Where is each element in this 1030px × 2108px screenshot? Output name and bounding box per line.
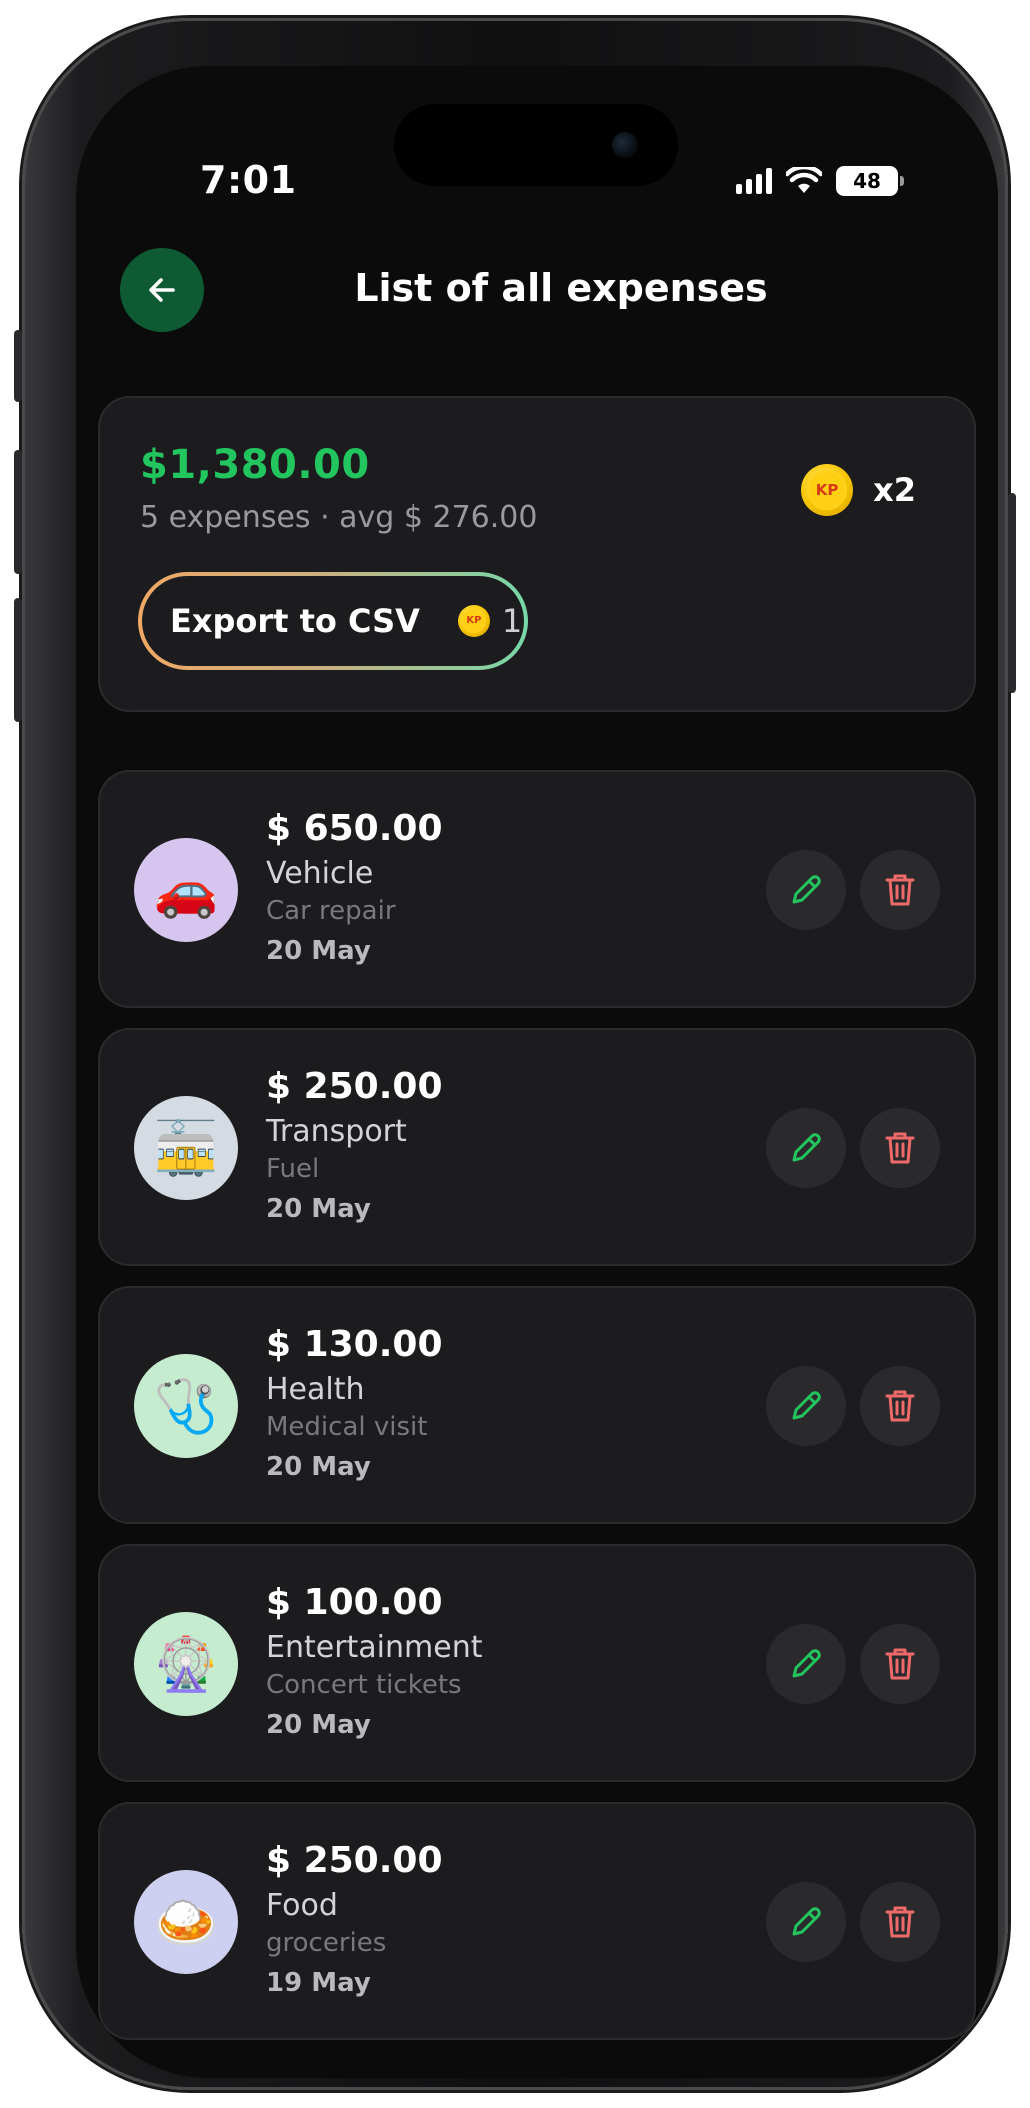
pencil-icon [792, 1907, 821, 1936]
export-cost: 1 [501, 602, 523, 640]
pencil-icon [792, 1133, 821, 1162]
app-header: List of all expenses [76, 248, 998, 332]
car-repair-icon: 🚗 [134, 838, 238, 942]
export-label: Export to CSV [170, 602, 420, 640]
summary-card: $1,380.00 5 expenses · avg $ 276.00 KP x… [98, 396, 976, 712]
pencil-icon [792, 875, 821, 904]
back-button[interactable] [120, 248, 204, 332]
expense-card[interactable]: 🩺 $ 130.00 Health Medical visit 20 May [98, 1286, 976, 1524]
delete-button[interactable] [860, 1624, 940, 1704]
expense-date: 20 May [266, 1710, 371, 1740]
battery-level: 48 [853, 169, 881, 193]
pencil-icon [792, 1649, 821, 1678]
expense-card[interactable]: 🚗 $ 650.00 Vehicle Car repair 20 May [98, 770, 976, 1008]
expense-category: Entertainment [266, 1630, 483, 1665]
expense-date: 20 May [266, 1452, 371, 1482]
screen: 7:01 48 List of all expenses $1,380.00 5… [76, 66, 998, 2078]
phone-frame: 7:01 48 List of all expenses $1,380.00 5… [14, 18, 1016, 2090]
trash-icon [885, 1390, 915, 1422]
coin-icon: KP [457, 605, 490, 637]
dynamic-island [394, 104, 678, 186]
delete-button[interactable] [860, 850, 940, 930]
status-icons: 48 [736, 166, 904, 196]
amusement-park-icon: 🎡 [134, 1612, 238, 1716]
expense-date: 19 May [266, 1968, 371, 1998]
expense-details: $ 130.00 Health Medical visit 20 May [266, 1324, 443, 1482]
edit-button[interactable] [766, 1624, 846, 1704]
trash-icon [885, 1132, 915, 1164]
edit-button[interactable] [766, 1108, 846, 1188]
pencil-icon [792, 1391, 821, 1420]
expense-card[interactable]: 🍛 $ 250.00 Food groceries 19 May [98, 1802, 976, 2040]
expense-date: 20 May [266, 1194, 371, 1224]
expense-note: Concert tickets [266, 1670, 462, 1700]
page-title: List of all expenses [354, 266, 768, 310]
expense-category: Vehicle [266, 856, 374, 891]
trash-icon [885, 1648, 915, 1680]
total-amount: $1,380.00 [140, 442, 370, 488]
expense-amount: $ 250.00 [266, 1840, 443, 1881]
power-button [1008, 493, 1016, 693]
arrow-left-icon [149, 278, 175, 302]
expense-category: Transport [266, 1114, 407, 1149]
expense-category: Health [266, 1372, 365, 1407]
coin-multiplier: KP x2 [801, 464, 916, 516]
trash-icon [885, 874, 915, 906]
cellular-signal-icon [736, 168, 772, 194]
multiplier-value: x2 [873, 471, 916, 509]
delete-button[interactable] [860, 1882, 940, 1962]
coin-icon: KP [801, 464, 854, 516]
expense-card[interactable]: 🎡 $ 100.00 Entertainment Concert tickets… [98, 1544, 976, 1782]
delete-button[interactable] [860, 1108, 940, 1188]
trash-icon [885, 1906, 915, 1938]
expense-count-average: 5 expenses · avg $ 276.00 [140, 500, 538, 535]
status-time: 7:01 [200, 158, 297, 202]
expense-note: Fuel [266, 1154, 320, 1184]
expense-date: 20 May [266, 936, 371, 966]
expense-details: $ 650.00 Vehicle Car repair 20 May [266, 808, 443, 966]
expense-note: Car repair [266, 896, 396, 926]
edit-button[interactable] [766, 1366, 846, 1446]
action-button [14, 330, 22, 402]
volume-up-button [14, 450, 22, 574]
export-csv-button[interactable]: Export to CSV KP 1 [138, 572, 528, 670]
expense-category: Food [266, 1888, 338, 1923]
volume-down-button [14, 598, 22, 722]
expense-details: $ 250.00 Food groceries 19 May [266, 1840, 443, 1998]
expense-card[interactable]: 🚋 $ 250.00 Transport Fuel 20 May [98, 1028, 976, 1266]
wifi-icon [786, 167, 822, 193]
expense-amount: $ 130.00 [266, 1324, 443, 1365]
battery-icon: 48 [836, 166, 904, 196]
doctor-icon: 🩺 [134, 1354, 238, 1458]
camera-icon [612, 132, 638, 158]
expense-details: $ 100.00 Entertainment Concert tickets 2… [266, 1582, 482, 1740]
edit-button[interactable] [766, 850, 846, 930]
tram-icon: 🚋 [134, 1096, 238, 1200]
delete-button[interactable] [860, 1366, 940, 1446]
expense-note: Medical visit [266, 1412, 428, 1442]
expense-amount: $ 650.00 [266, 808, 443, 849]
expense-note: groceries [266, 1928, 387, 1958]
expense-amount: $ 250.00 [266, 1066, 443, 1107]
expense-amount: $ 100.00 [266, 1582, 443, 1623]
expense-details: $ 250.00 Transport Fuel 20 May [266, 1066, 443, 1224]
edit-button[interactable] [766, 1882, 846, 1962]
food-plate-icon: 🍛 [134, 1870, 238, 1974]
